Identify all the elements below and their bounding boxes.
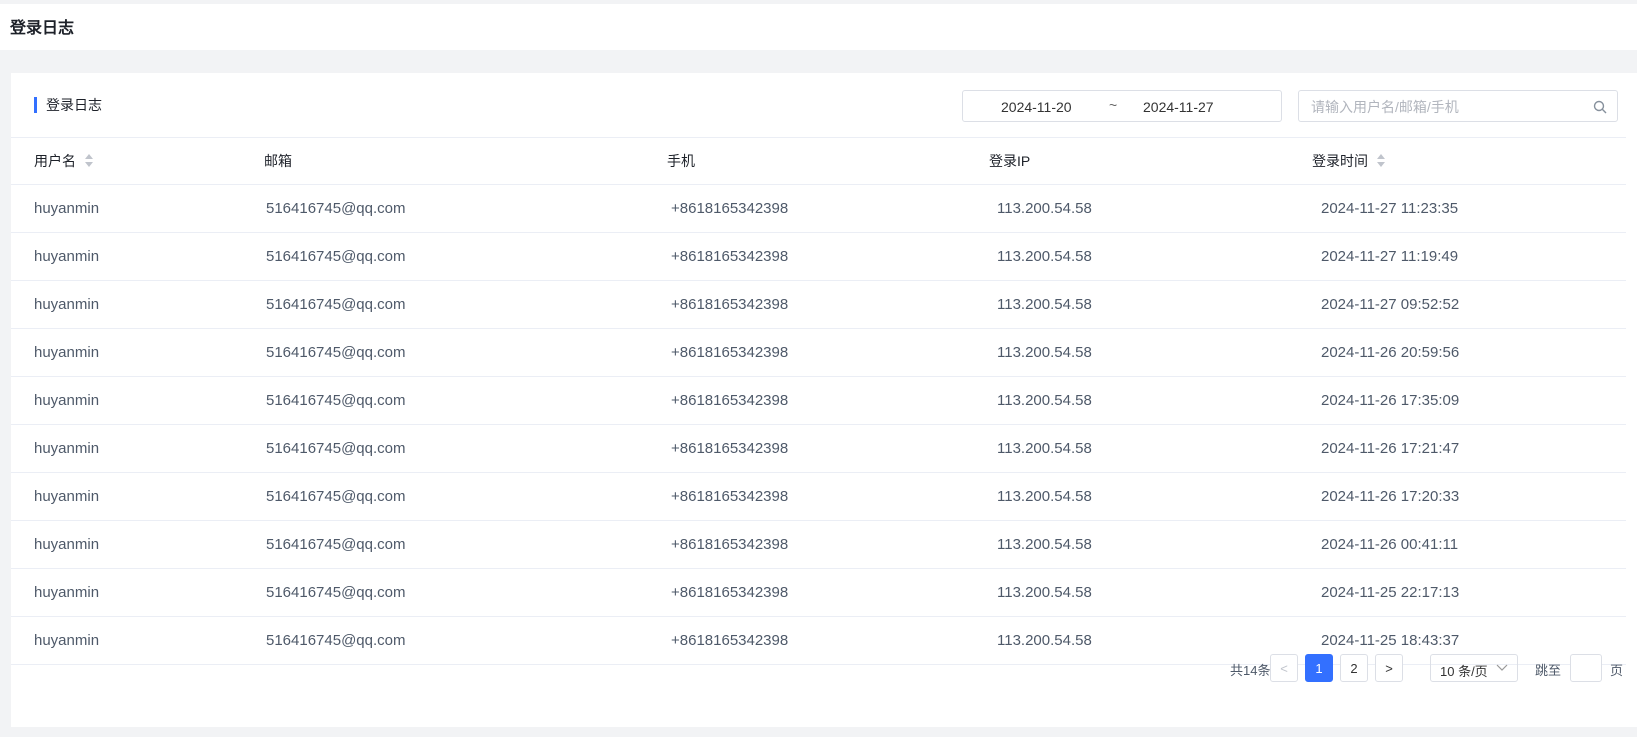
column-header-phone: 手机 <box>667 153 695 169</box>
sort-icon[interactable] <box>84 153 94 169</box>
cell-username: huyanmin <box>34 536 100 553</box>
table-header: 用户名 邮箱 手机 登录IP 登录时间 <box>11 137 1626 185</box>
page-size-select[interactable]: 10 条/页 <box>1430 654 1518 682</box>
cell-username: huyanmin <box>34 440 100 457</box>
cell-email: 516416745@qq.com <box>266 584 406 601</box>
table-row: huyanmin 516416745@qq.com +8618165342398 11… <box>11 377 1626 425</box>
date-range-picker[interactable]: 2024-11-20 ~ 2024-11-27 <box>962 90 1282 122</box>
cell-email: 516416745@qq.com <box>266 248 406 265</box>
cell-login-ip: 113.200.54.58 <box>997 392 1092 409</box>
cell-phone: +8618165342398 <box>671 248 789 265</box>
pagination-total: 共14条 <box>1230 663 1271 678</box>
cell-phone: +8618165342398 <box>671 392 789 409</box>
column-header-login-time[interactable]: 登录时间 <box>1312 138 1386 184</box>
cell-login-ip: 113.200.54.58 <box>997 440 1092 457</box>
cell-login-time: 2024-11-26 17:21:47 <box>1321 440 1460 457</box>
cell-phone: +8618165342398 <box>671 296 789 313</box>
date-range-start[interactable]: 2024-11-20 <box>1001 99 1072 115</box>
login-log-panel: 登录日志 2024-11-20 ~ 2024-11-27 用户名 邮箱 手机 登… <box>11 73 1637 727</box>
cell-phone: +8618165342398 <box>671 200 789 217</box>
sort-icon[interactable] <box>1376 153 1386 169</box>
search-icon[interactable] <box>1593 100 1607 114</box>
cell-login-ip: 113.200.54.58 <box>997 248 1092 265</box>
cell-login-time: 2024-11-26 17:35:09 <box>1321 392 1460 409</box>
page-size-value: 10 条/页 <box>1440 664 1488 679</box>
cell-username: huyanmin <box>34 392 100 409</box>
cell-login-ip: 113.200.54.58 <box>997 200 1092 217</box>
cell-username: huyanmin <box>34 584 100 601</box>
prev-page-button[interactable]: < <box>1270 654 1298 682</box>
table-row: huyanmin 516416745@qq.com +8618165342398 11… <box>11 425 1626 473</box>
table-row: huyanmin 516416745@qq.com +8618165342398 11… <box>11 521 1626 569</box>
date-range-separator: ~ <box>1109 97 1118 113</box>
panel-title: 登录日志 <box>34 97 102 113</box>
cell-email: 516416745@qq.com <box>266 392 406 409</box>
jump-to-label: 跳至 <box>1535 663 1562 678</box>
cell-email: 516416745@qq.com <box>266 296 406 313</box>
cell-username: huyanmin <box>34 488 100 505</box>
next-page-button[interactable]: > <box>1375 654 1403 682</box>
table-row: huyanmin 516416745@qq.com +8618165342398 11… <box>11 329 1626 377</box>
date-range-end[interactable]: 2024-11-27 <box>1143 99 1214 115</box>
cell-email: 516416745@qq.com <box>266 344 406 361</box>
table-row: huyanmin 516416745@qq.com +8618165342398 11… <box>11 281 1626 329</box>
page-title: 登录日志 <box>10 20 75 37</box>
bottom-strip <box>0 727 1637 737</box>
table-row: huyanmin 516416745@qq.com +8618165342398 11… <box>11 233 1626 281</box>
cell-login-time: 2024-11-26 00:41:11 <box>1321 536 1459 553</box>
cell-phone: +8618165342398 <box>671 584 789 601</box>
page-button-2[interactable]: 2 <box>1340 654 1368 682</box>
cell-email: 516416745@qq.com <box>266 488 406 505</box>
cell-username: huyanmin <box>34 200 100 217</box>
search-input[interactable] <box>1311 97 1581 117</box>
cell-email: 516416745@qq.com <box>266 200 406 217</box>
chevron-down-icon <box>1496 664 1508 671</box>
pagination: 共14条 < 1 2 > 10 条/页 跳至 页 <box>11 654 1637 682</box>
cell-phone: +8618165342398 <box>671 344 789 361</box>
cell-login-ip: 113.200.54.58 <box>997 488 1092 505</box>
cell-email: 516416745@qq.com <box>266 536 406 553</box>
cell-phone: +8618165342398 <box>671 488 789 505</box>
column-header-login-ip: 登录IP <box>989 153 1031 169</box>
cell-username: huyanmin <box>34 296 100 313</box>
cell-login-ip: 113.200.54.58 <box>997 344 1092 361</box>
cell-phone: +8618165342398 <box>671 440 789 457</box>
table-body: huyanmin 516416745@qq.com +8618165342398 11… <box>11 185 1626 665</box>
login-log-table: 用户名 邮箱 手机 登录IP 登录时间 huyanmin 516416745@qq… <box>11 137 1626 665</box>
cell-login-time: 2024-11-27 11:19:49 <box>1321 248 1459 265</box>
table-row: huyanmin 516416745@qq.com +8618165342398 11… <box>11 185 1626 233</box>
cell-login-time: 2024-11-25 22:17:13 <box>1321 584 1460 601</box>
page-header: 登录日志 <box>0 4 1637 50</box>
table-row: huyanmin 516416745@qq.com +8618165342398 11… <box>11 569 1626 617</box>
cell-login-time: 2024-11-27 11:23:35 <box>1321 200 1459 217</box>
cell-login-ip: 113.200.54.58 <box>997 536 1092 553</box>
cell-username: huyanmin <box>34 248 100 265</box>
cell-email: 516416745@qq.com <box>266 440 406 457</box>
cell-login-time: 2024-11-27 09:52:52 <box>1321 296 1460 313</box>
cell-login-time: 2024-11-26 20:59:56 <box>1321 344 1460 361</box>
cell-username: huyanmin <box>34 344 100 361</box>
cell-phone: +8618165342398 <box>671 536 789 553</box>
column-header-email: 邮箱 <box>264 153 292 169</box>
page-suffix-label: 页 <box>1610 663 1624 678</box>
cell-login-ip: 113.200.54.58 <box>997 296 1092 313</box>
table-row: huyanmin 516416745@qq.com +8618165342398 11… <box>11 473 1626 521</box>
column-header-username[interactable]: 用户名 <box>34 138 94 184</box>
jump-to-page-input[interactable] <box>1570 654 1602 682</box>
page-button-1[interactable]: 1 <box>1305 654 1333 682</box>
search-box[interactable] <box>1298 90 1618 122</box>
cell-login-time: 2024-11-26 17:20:33 <box>1321 488 1460 505</box>
cell-login-ip: 113.200.54.58 <box>997 584 1092 601</box>
